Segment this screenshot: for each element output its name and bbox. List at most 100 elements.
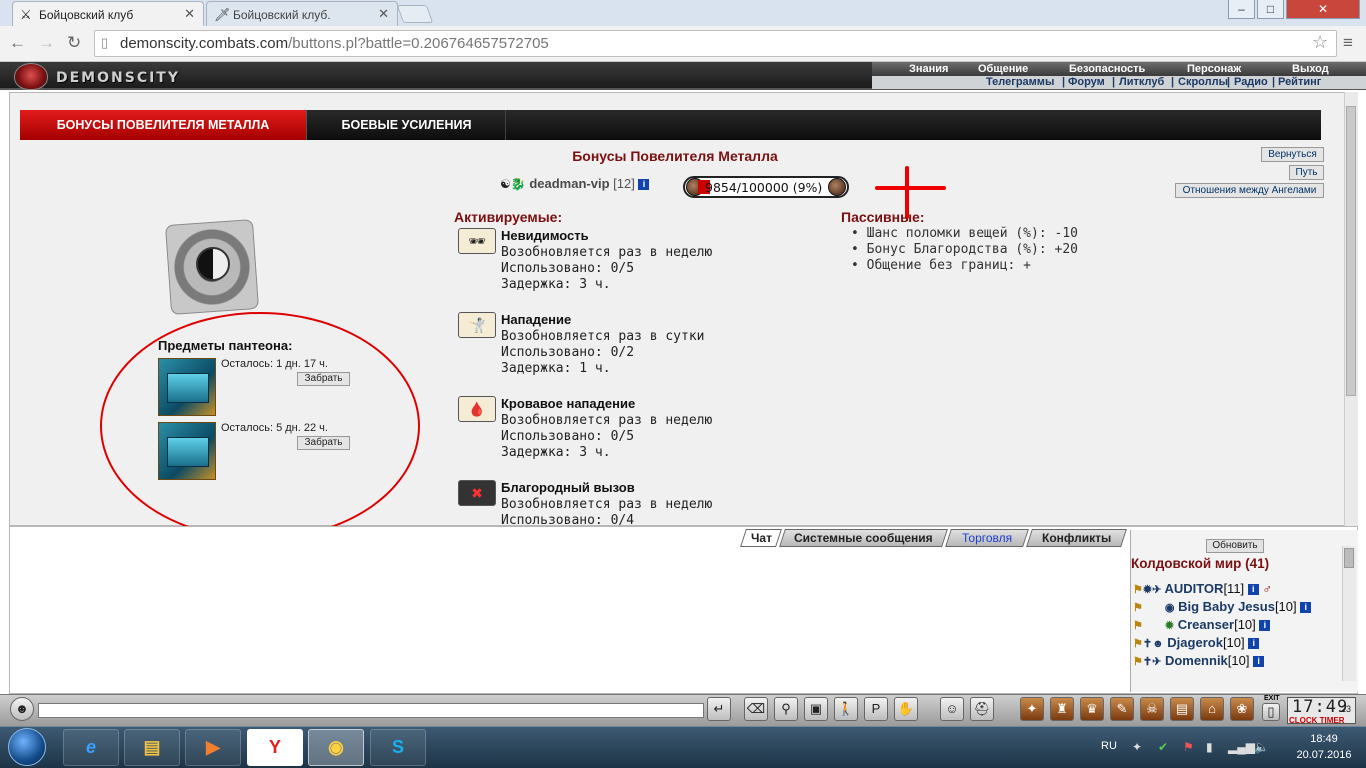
- menu-icon[interactable]: ≡: [1343, 33, 1353, 53]
- tab-combat-boosts[interactable]: БОЕВЫЕ УСИЛЕНИЯ: [308, 110, 506, 140]
- internet-explorer-icon[interactable]: e: [63, 729, 119, 766]
- menu-litclub[interactable]: Литклуб: [1119, 76, 1164, 88]
- info-icon[interactable]: i: [1248, 638, 1260, 649]
- user-name[interactable]: deadman-vip: [529, 176, 609, 191]
- tray-app-icon[interactable]: ✦: [1132, 740, 1142, 754]
- tray-flag-icon[interactable]: ⚑: [1183, 740, 1194, 754]
- tab-chat[interactable]: Чат: [740, 529, 782, 547]
- sunglasses-icon[interactable]: 🕶: [458, 228, 496, 254]
- private-icon[interactable]: P: [864, 697, 888, 721]
- menu-telegrams[interactable]: Телеграммы: [986, 76, 1054, 88]
- online-user-row[interactable]: ⚑ ✹ Creanser[10] i: [1133, 617, 1271, 632]
- close-icon[interactable]: ✕: [378, 6, 389, 22]
- bloody-attack-icon[interactable]: 🩸: [458, 396, 496, 422]
- paw-icon[interactable]: ❀: [1230, 697, 1254, 721]
- noble-challenge-icon[interactable]: ✖: [458, 480, 496, 506]
- info-icon[interactable]: i: [1259, 620, 1271, 631]
- smile-icon[interactable]: ☺: [940, 697, 964, 721]
- smiley-head-icon[interactable]: ☻: [10, 697, 34, 721]
- demon-icon[interactable]: ☠: [1140, 697, 1164, 721]
- info-icon[interactable]: i: [1300, 602, 1312, 613]
- online-scrollbar-thumb[interactable]: [1344, 548, 1354, 568]
- info-icon[interactable]: i: [1253, 656, 1265, 667]
- skype-icon[interactable]: S: [370, 729, 426, 766]
- angel-relations-button[interactable]: Отношения между Ангелами: [1175, 183, 1324, 198]
- filter-icon[interactable]: ⚲: [774, 697, 798, 721]
- system-time[interactable]: 18:49: [1292, 733, 1356, 745]
- forward-icon[interactable]: →: [38, 33, 55, 53]
- attack-icon[interactable]: 🤺: [458, 312, 496, 338]
- online-user-name[interactable]: Djagerok: [1167, 635, 1223, 650]
- menu-communication[interactable]: Общение: [978, 63, 1028, 75]
- back-icon[interactable]: ←: [9, 33, 26, 53]
- keyboard-language[interactable]: RU: [1101, 740, 1117, 752]
- menu-forum[interactable]: Форум: [1068, 76, 1105, 88]
- yandex-browser-icon[interactable]: Y: [247, 729, 303, 766]
- ability-attack-name[interactable]: Нападение: [501, 312, 571, 327]
- system-date[interactable]: 20.07.2016: [1292, 749, 1356, 761]
- browser-tab-1[interactable]: ⚔ Бойцовский клуб ✕: [12, 1, 204, 26]
- close-icon[interactable]: ✕: [184, 6, 195, 22]
- menu-security[interactable]: Безопасность: [1069, 63, 1145, 75]
- file-explorer-icon[interactable]: ▤: [124, 729, 180, 766]
- menu-exit[interactable]: Выход: [1292, 63, 1329, 75]
- tray-device-icon[interactable]: ▮: [1206, 740, 1213, 754]
- online-user-row[interactable]: ⚑✝✈ Domennik[10] i: [1133, 653, 1265, 668]
- tab-metal-lord-bonuses[interactable]: БОНУСЫ ПОВЕЛИТЕЛЯ МЕТАЛЛА: [20, 110, 307, 140]
- info-icon[interactable]: i: [638, 179, 650, 190]
- menu-radio[interactable]: Радио: [1234, 76, 1268, 88]
- menu-character[interactable]: Персонаж: [1187, 63, 1241, 75]
- menu-knowledge[interactable]: Знания: [909, 63, 948, 75]
- online-user-name[interactable]: Creanser: [1178, 617, 1234, 632]
- tab-trade[interactable]: Торговля: [945, 529, 1029, 547]
- maximize-button[interactable]: □: [1257, 0, 1284, 19]
- volume-icon[interactable]: 🔈: [1254, 740, 1269, 754]
- ability-noble-challenge-name[interactable]: Благородный вызов: [501, 480, 635, 495]
- eraser-icon[interactable]: ⌫: [744, 697, 768, 721]
- add-friend-icon[interactable]: ♂: [1262, 581, 1272, 596]
- main-scrollbar-thumb[interactable]: [1346, 106, 1356, 396]
- online-user-name[interactable]: Domennik: [1165, 653, 1228, 668]
- house-icon[interactable]: ⌂: [1200, 697, 1224, 721]
- scroll-icon[interactable]: ✎: [1110, 697, 1134, 721]
- close-window-button[interactable]: ✕: [1286, 0, 1360, 19]
- online-user-row[interactable]: ⚑ ◉ Big Baby Jesus[10] i: [1133, 599, 1312, 614]
- save-icon[interactable]: ▣: [804, 697, 828, 721]
- action-icon[interactable]: ✦: [1020, 697, 1044, 721]
- online-user-name[interactable]: AUDITOR: [1164, 581, 1223, 596]
- exit-door-icon[interactable]: ▯: [1262, 703, 1280, 721]
- url-text[interactable]: demonscity.combats.com/buttons.pl?battle…: [120, 35, 549, 52]
- helmet-icon[interactable]: ⛑: [970, 697, 994, 721]
- network-signal-icon[interactable]: ▂▄▆: [1228, 740, 1255, 754]
- bag-icon[interactable]: ♜: [1050, 697, 1074, 721]
- send-icon[interactable]: ↵: [707, 697, 731, 721]
- tray-check-icon[interactable]: ✔: [1158, 740, 1168, 754]
- chrome-icon[interactable]: ◉: [308, 729, 364, 766]
- tab-system-messages[interactable]: Системные сообщения: [779, 529, 948, 547]
- hands-icon[interactable]: ✋: [894, 697, 918, 721]
- refresh-button[interactable]: Обновить: [1206, 539, 1264, 553]
- online-user-row[interactable]: ⚑✹✈ AUDITOR[11] i ♂: [1133, 581, 1272, 596]
- site-logo[interactable]: DEMONSCITY: [56, 70, 180, 86]
- minimize-button[interactable]: –: [1228, 0, 1255, 19]
- back-button[interactable]: Вернуться: [1261, 147, 1324, 162]
- menu-scrolls[interactable]: Скроллы: [1178, 76, 1228, 88]
- ability-invisibility-name[interactable]: Невидимость: [501, 228, 589, 243]
- online-user-row[interactable]: ⚑✝☻ Djagerok[10] i: [1133, 635, 1260, 650]
- menu-rating[interactable]: Рейтинг: [1278, 76, 1321, 88]
- media-player-icon[interactable]: ▶: [185, 729, 241, 766]
- path-button[interactable]: Путь: [1289, 165, 1324, 180]
- new-tab-button[interactable]: [396, 5, 434, 23]
- online-user-name[interactable]: Big Baby Jesus: [1178, 599, 1275, 614]
- crest-icon[interactable]: ♛: [1080, 697, 1104, 721]
- reload-icon[interactable]: ↻: [67, 33, 81, 53]
- bookmark-star-icon[interactable]: ☆: [1312, 32, 1328, 53]
- book-icon[interactable]: ▤: [1170, 697, 1194, 721]
- browser-tab-2[interactable]: 🗡 Бойцовский клуб. ✕: [206, 1, 398, 26]
- walk-icon[interactable]: 🚶: [834, 697, 858, 721]
- ability-bloody-attack-name[interactable]: Кровавое нападение: [501, 396, 635, 411]
- windows-start-icon[interactable]: [8, 728, 46, 766]
- info-icon[interactable]: i: [1247, 584, 1259, 595]
- chat-input[interactable]: [38, 703, 704, 718]
- tab-conflicts[interactable]: Конфликты: [1026, 529, 1127, 547]
